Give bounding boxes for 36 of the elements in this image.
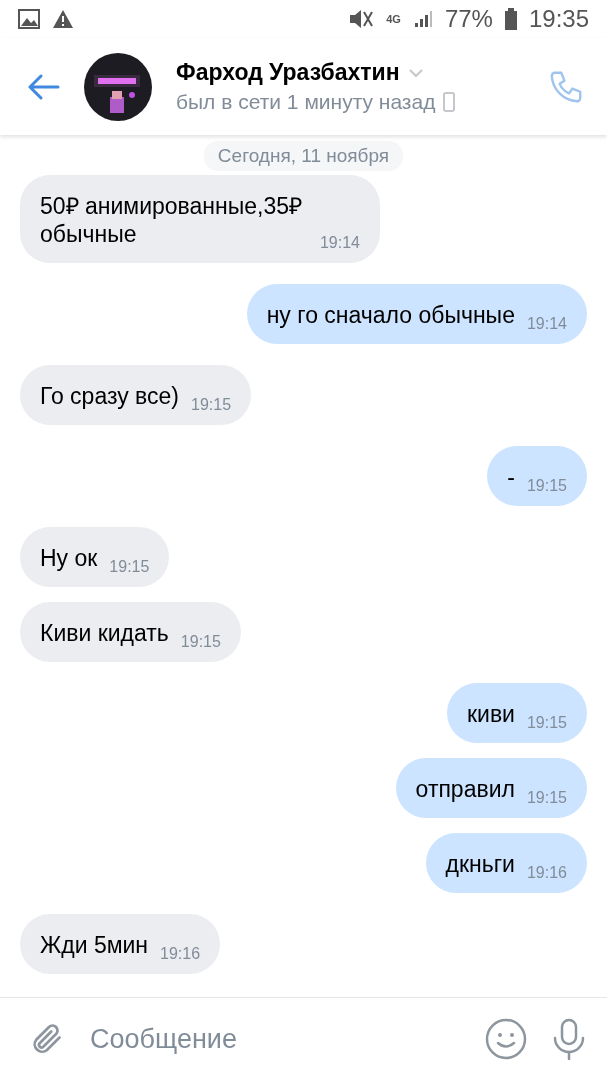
image-icon [18,9,40,29]
message-time: 19:15 [526,789,567,807]
message-text: Киви кидать [40,619,169,647]
message-time: 19:15 [180,633,221,651]
message-text: киви [466,700,515,728]
message-text: Го сразу все) [40,382,179,410]
message-time: 19:15 [526,477,567,495]
message-time: 19:16 [160,945,201,963]
message-time: 19:15 [191,396,232,414]
message-text: отправил [415,775,515,803]
clock: 19:35 [528,5,589,33]
message-text: Жди 5мин [40,931,149,959]
date-chip: Сегодня, 11 ноября [203,141,404,171]
contact-name: Фарход Уразбахтин [176,59,400,86]
microphone-icon[interactable] [551,1018,587,1060]
mute-icon [348,8,375,30]
message-text: 50₽ анимированные,35₽ обычные [40,192,303,248]
message-time: 19:16 [526,864,567,882]
message-time: 19:15 [109,558,150,576]
message-text: Ну ок [40,544,98,572]
last-seen: был в сети 1 минуту назад [176,90,436,114]
battery-percent: 77% [444,5,493,33]
battery-icon [504,8,517,30]
chevron-down-icon[interactable] [407,67,424,78]
smiley-icon[interactable] [485,1018,527,1060]
message-text: ну го сначало обычные [266,301,515,329]
message-text: - [507,463,515,491]
warning-icon [52,9,74,29]
message-time: 19:14 [526,315,567,333]
network-type: 4G [386,13,401,25]
message-time: 19:14 [319,234,360,252]
signal-icon [412,9,433,29]
back-arrow-icon[interactable] [28,73,60,100]
message-time: 19:15 [526,714,567,732]
message-text: дкньги [445,850,515,878]
phone-device-icon [443,92,456,112]
